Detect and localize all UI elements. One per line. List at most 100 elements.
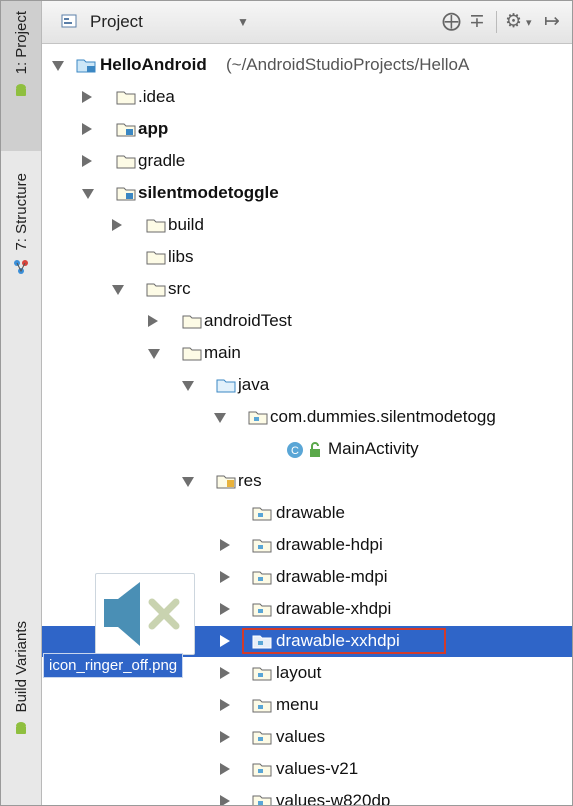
expand-arrow[interactable] — [220, 571, 230, 583]
separator — [496, 11, 497, 33]
expand-arrow[interactable] — [220, 763, 230, 775]
folder-icon — [182, 347, 202, 361]
package-icon — [252, 571, 272, 585]
tree-node-src[interactable]: src — [42, 274, 572, 305]
tree-node-res[interactable]: res — [42, 466, 572, 497]
expand-arrow[interactable] — [82, 189, 94, 199]
tree-node-module[interactable]: silentmodetoggle — [42, 178, 572, 209]
target-icon[interactable]: ⨁ — [442, 10, 461, 33]
tree-label: drawable-xxhdpi — [276, 631, 400, 650]
tab-structure[interactable]: 7: Structure — [1, 163, 41, 313]
tree-node-values-w820dp[interactable]: values-w820dp — [42, 786, 572, 806]
structure-icon — [14, 259, 28, 274]
hide-icon[interactable]: ↦ — [544, 10, 560, 33]
tree-label: drawable-xhdpi — [276, 599, 392, 618]
project-tool-window: 1: Project 7: Structure Build Variants P… — [0, 0, 573, 806]
folder-icon — [116, 155, 136, 169]
svg-text:C: C — [291, 445, 299, 457]
tree-label: layout — [276, 663, 322, 682]
expand-arrow[interactable] — [220, 667, 230, 679]
chevron-down-icon[interactable]: ▼ — [237, 15, 249, 29]
tree-label: drawable-hdpi — [276, 535, 383, 554]
expand-arrow[interactable] — [82, 123, 92, 135]
tree-node-values-v21[interactable]: values-v21 — [42, 754, 572, 785]
tree-label: com.dummies.silentmodetogg — [270, 407, 496, 426]
tree-node-idea[interactable]: .idea — [42, 82, 572, 113]
resource-folder-icon — [216, 475, 236, 489]
tool-window-header: Project ▼ ⨁ ∓ ⚙ ▾ ↦ — [42, 1, 572, 44]
folder-icon — [146, 251, 166, 265]
expand-arrow[interactable] — [148, 315, 158, 327]
expand-arrow[interactable] — [220, 603, 230, 615]
android-icon — [16, 722, 26, 735]
chevron-down-icon[interactable]: ▾ — [526, 16, 532, 29]
tree-label: MainActivity — [328, 439, 419, 458]
expand-arrow[interactable] — [52, 61, 64, 71]
expand-arrow[interactable] — [220, 731, 230, 743]
tree-node-java[interactable]: java — [42, 370, 572, 401]
package-icon — [252, 539, 272, 553]
tab-project-label: 1: Project — [12, 11, 30, 75]
android-icon — [16, 84, 26, 97]
drag-file-name: icon_ringer_off.png — [43, 653, 184, 678]
expand-arrow[interactable] — [182, 381, 194, 391]
expand-arrow[interactable] — [214, 413, 226, 423]
tree-node-values[interactable]: values — [42, 722, 572, 753]
expand-arrow[interactable] — [182, 477, 194, 487]
expand-arrow[interactable] — [220, 699, 230, 711]
tree-node-build[interactable]: build — [42, 210, 572, 241]
tree-label: res — [238, 471, 262, 490]
tree-node-menu[interactable]: menu — [42, 690, 572, 721]
tree-node-gradle[interactable]: gradle — [42, 146, 572, 177]
tree-label: .idea — [138, 87, 175, 106]
tree-label: silentmodetoggle — [138, 183, 279, 202]
package-icon — [252, 667, 272, 681]
expand-arrow[interactable] — [112, 219, 122, 231]
tree-label: gradle — [138, 151, 186, 170]
class-icon: C — [287, 442, 303, 458]
tab-build-variants[interactable]: Build Variants — [1, 611, 41, 786]
module-icon — [116, 123, 136, 137]
folder-icon — [116, 91, 136, 105]
project-tree: HelloAndroid (~/AndroidStudioProjects/He… — [42, 44, 572, 805]
drag-preview — [95, 573, 195, 655]
expand-arrow[interactable] — [220, 635, 230, 647]
tree-label: drawable-mdpi — [276, 567, 388, 586]
tree-node-drawable-hdpi[interactable]: drawable-hdpi — [42, 530, 572, 561]
tree-node-app[interactable]: app — [42, 114, 572, 145]
folder-icon — [182, 315, 202, 329]
tree-label: values-w820dp — [276, 791, 391, 806]
collapse-icon[interactable]: ∓ — [469, 10, 485, 33]
tree-label: src — [168, 279, 191, 298]
tree-node-root[interactable]: HelloAndroid (~/AndroidStudioProjects/He… — [42, 50, 572, 81]
tree-label: libs — [168, 247, 194, 266]
tree-node-mainactivity[interactable]: C MainActivity — [42, 434, 572, 465]
tree-node-libs[interactable]: libs — [42, 242, 572, 273]
expand-arrow[interactable] — [82, 91, 92, 103]
tree-node-androidtest[interactable]: androidTest — [42, 306, 572, 337]
package-icon — [252, 603, 272, 617]
expand-arrow[interactable] — [148, 349, 160, 359]
expand-arrow[interactable] — [112, 285, 124, 295]
tree-label: values-v21 — [276, 759, 359, 778]
expand-arrow[interactable] — [220, 795, 230, 805]
package-icon — [252, 635, 272, 649]
speaker-muted-icon — [104, 582, 180, 646]
tab-project[interactable]: 1: Project — [1, 1, 41, 151]
tree-label: main — [204, 343, 241, 362]
tree-node-package[interactable]: com.dummies.silentmodetogg — [42, 402, 572, 433]
tree-label: androidTest — [204, 311, 292, 330]
package-icon — [252, 507, 272, 521]
tree-node-drawable[interactable]: drawable — [42, 498, 572, 529]
tree-path: (~/AndroidStudioProjects/HelloA — [226, 55, 470, 74]
view-selector[interactable]: Project — [90, 12, 143, 32]
gear-icon[interactable]: ⚙ — [505, 10, 522, 33]
tab-structure-label: 7: Structure — [12, 173, 30, 251]
package-icon — [252, 795, 272, 805]
folder-icon — [146, 283, 166, 297]
package-icon — [252, 763, 272, 777]
expand-arrow[interactable] — [82, 155, 92, 167]
expand-arrow[interactable] — [220, 539, 230, 551]
package-icon — [248, 411, 268, 425]
tree-node-main[interactable]: main — [42, 338, 572, 369]
